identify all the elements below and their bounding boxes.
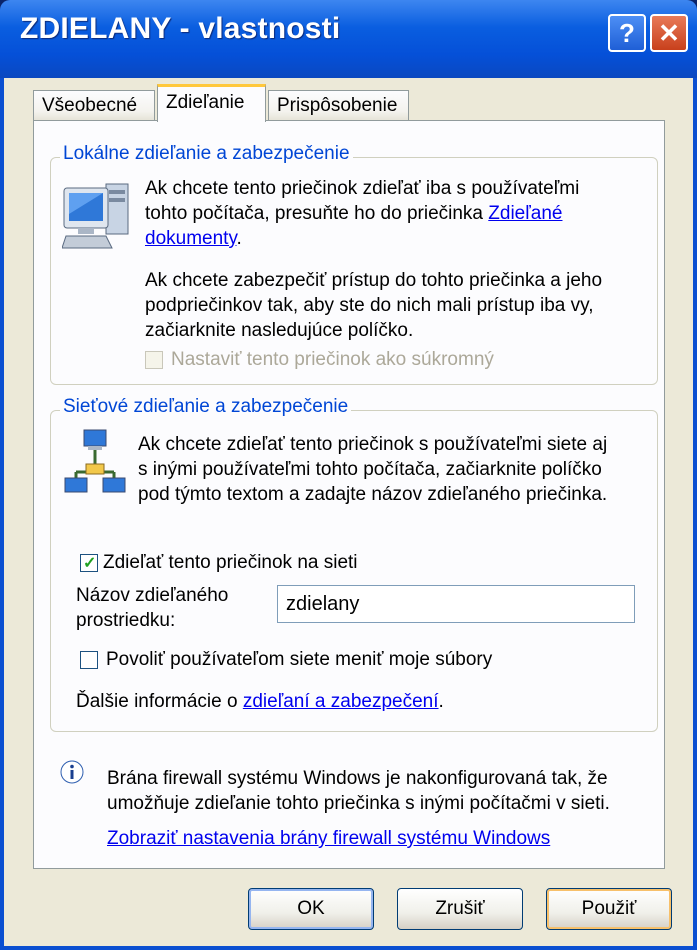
properties-window: ZDIELANY - vlastnosti ? ✕ Všeobecné Zdie… (0, 0, 697, 950)
network-sharing-legend: Sieťové zdieľanie a zabezpečenie (60, 396, 352, 418)
share-on-network-label: Zdieľať tento priečinok na sieti (103, 552, 358, 573)
window-frame-right (693, 78, 697, 950)
shared-documents-link-cont[interactable]: dokumenty (145, 228, 237, 249)
title-bar[interactable]: ZDIELANY - vlastnosti ? ✕ (0, 0, 697, 78)
window-frame-bottom (0, 946, 697, 950)
share-name-label-line2: prostriedku: (76, 610, 176, 631)
network-text-line3: pod týmto textom a zadajte názov zdieľan… (138, 484, 608, 505)
computer-icon (62, 183, 129, 249)
local-text-line3: dokumenty. (145, 226, 645, 251)
window-title: ZDIELANY - vlastnosti (20, 12, 341, 45)
network-text-line1: Ak chcete zdieľať tento priečinok s použ… (138, 434, 608, 455)
sharing-security-link[interactable]: zdieľaní a zabezpečení (243, 691, 439, 712)
more-info-line: Ďalšie informácie o zdieľaní a zabezpeče… (76, 689, 444, 714)
tab-zdielanie[interactable]: Zdieľanie (157, 84, 266, 122)
local-text-line3-suffix: . (236, 228, 242, 249)
apply-button[interactable]: Použiť (546, 888, 672, 930)
tab-vseobecne[interactable]: Všeobecné (33, 90, 155, 120)
more-info-prefix: Ďalšie informácie o (76, 691, 243, 712)
private-checkbox[interactable] (145, 351, 163, 369)
share-name-label-line1: Názov zdieľaného (76, 585, 229, 606)
help-icon: ? (619, 17, 635, 48)
local-text-line2-prefix: tohto počítača, presuňte ho do priečinka (145, 203, 489, 224)
network-text-line2: s inými používateľmi tohto počítača, zač… (138, 459, 602, 480)
local-text-line1: Ak chcete tento priečinok zdieľať iba s … (145, 178, 580, 199)
local-para2-line2: podpriečinkov tak, aby ste do nich mali … (145, 295, 594, 316)
allow-change-checkbox[interactable] (80, 651, 98, 669)
firewall-text-line1: Brána firewall systému Windows je nakonf… (107, 768, 608, 789)
local-para2-line1: Ak chcete zabezpečiť prístup do tohto pr… (145, 270, 603, 291)
tab-prisposobenie[interactable]: Prispôsobenie (268, 90, 409, 120)
shared-documents-link[interactable]: Zdieľané (488, 203, 562, 224)
network-icon (64, 429, 126, 493)
local-sharing-legend: Lokálne zdieľanie a zabezpečenie (60, 143, 353, 165)
tab-label: Prispôsobenie (277, 95, 398, 116)
share-on-network-checkbox[interactable]: ✓ (80, 554, 98, 572)
firewall-text-line2: umožňuje zdieľanie tohto priečinka s iný… (107, 793, 610, 814)
local-text-line2: tohto počítača, presuňte ho do priečinka… (145, 201, 645, 226)
close-button[interactable]: ✕ (650, 14, 688, 52)
cancel-button[interactable]: Zrušiť (397, 888, 523, 930)
allow-change-label: Povoliť používateľom siete meniť moje sú… (106, 649, 493, 670)
more-info-suffix: . (438, 691, 444, 712)
share-name-input[interactable]: zdielany (277, 585, 635, 623)
tab-label: Zdieľanie (166, 92, 245, 113)
local-para2-line3: začiarknite nasledujúce políčko. (145, 320, 414, 341)
tab-label: Všeobecné (42, 95, 138, 116)
ok-button[interactable]: OK (248, 888, 374, 930)
close-icon: ✕ (658, 17, 680, 48)
checkmark-icon: ✓ (83, 555, 97, 572)
info-icon (60, 760, 84, 784)
help-button[interactable]: ? (608, 14, 646, 52)
private-checkbox-label: Nastaviť tento priečinok ako súkromný (171, 349, 494, 370)
firewall-settings-link[interactable]: Zobraziť nastavenia brány firewall systé… (107, 826, 550, 851)
